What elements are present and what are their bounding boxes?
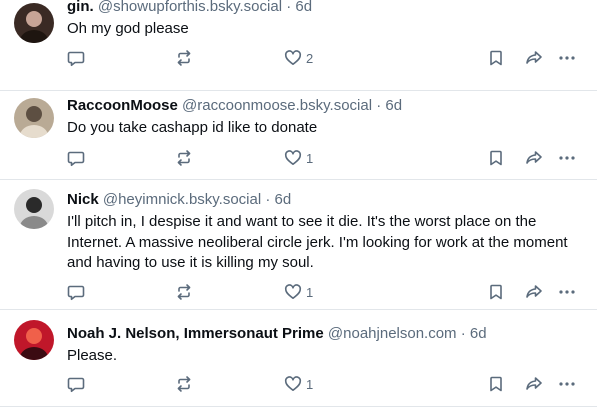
more-icon	[559, 290, 575, 294]
share-icon	[526, 151, 542, 164]
more-options-button[interactable]	[558, 47, 576, 69]
post-4[interactable]: Noah J. Nelson, Immersonaut Prime @noahj…	[0, 310, 597, 407]
post-actions: 1	[67, 147, 597, 169]
reply-icon	[67, 377, 85, 393]
reply-icon	[67, 151, 85, 167]
author-name[interactable]: gin.	[67, 0, 94, 15]
post-header: gin. @showupforthis.bsky.social · 6d	[67, 0, 589, 17]
heart-icon	[284, 50, 302, 65]
avatar[interactable]	[14, 98, 54, 138]
share-button[interactable]	[525, 147, 543, 169]
bookmark-button[interactable]	[487, 281, 505, 303]
avatar[interactable]	[14, 189, 54, 229]
post-timestamp[interactable]: 6d	[385, 97, 402, 114]
separator-dot: ·	[265, 191, 271, 208]
heart-icon	[284, 284, 302, 299]
post-text: I'll pitch in, I despise it and want to …	[67, 213, 572, 271]
post-3[interactable]: Nick @heyimnick.bsky.social · 6d I'll pi…	[0, 180, 597, 310]
author-handle[interactable]: @heyimnick.bsky.social	[103, 191, 261, 208]
post-content: RaccoonMoose @raccoonmoose.bsky.social ·…	[67, 96, 589, 139]
post-timestamp[interactable]: 6d	[275, 191, 292, 208]
bookmark-icon	[490, 376, 502, 392]
post-actions: 1	[67, 281, 597, 303]
more-options-button[interactable]	[558, 373, 576, 395]
heart-icon	[284, 376, 302, 391]
avatar-image	[14, 320, 54, 360]
avatar[interactable]	[14, 320, 54, 360]
post-timestamp[interactable]: 6d	[470, 325, 487, 342]
author-name[interactable]: Noah J. Nelson, Immersonaut Prime	[67, 325, 324, 342]
repost-button[interactable]	[175, 147, 193, 169]
avatar-image	[14, 3, 54, 43]
like-button[interactable]: 1	[284, 147, 313, 169]
bookmark-icon	[490, 150, 502, 166]
like-button[interactable]: 1	[284, 373, 313, 395]
share-icon	[526, 377, 542, 390]
reply-icon	[67, 285, 85, 301]
more-options-button[interactable]	[558, 147, 576, 169]
post-text: Please.	[67, 347, 118, 364]
more-icon	[559, 382, 575, 386]
bookmark-icon	[490, 284, 502, 300]
like-count: 2	[306, 50, 314, 66]
author-handle[interactable]: @noahjnelson.com	[328, 325, 457, 342]
avatar-image	[14, 98, 54, 138]
share-icon	[526, 285, 542, 298]
like-button[interactable]: 2	[284, 47, 313, 69]
post-header: RaccoonMoose @raccoonmoose.bsky.social ·…	[67, 96, 589, 116]
like-count: 1	[306, 150, 314, 166]
reply-button[interactable]	[67, 373, 85, 395]
repost-button[interactable]	[175, 373, 193, 395]
share-button[interactable]	[525, 47, 543, 69]
repost-icon	[177, 376, 191, 392]
post-text: Oh my god please	[67, 20, 189, 37]
post-header: Nick @heyimnick.bsky.social · 6d	[67, 190, 589, 210]
like-button[interactable]: 1	[284, 281, 313, 303]
separator-dot: ·	[286, 0, 292, 15]
bookmark-button[interactable]	[487, 373, 505, 395]
separator-dot: ·	[460, 325, 466, 342]
author-name[interactable]: Nick	[67, 191, 99, 208]
repost-button[interactable]	[175, 281, 193, 303]
avatar-image	[14, 189, 54, 229]
repost-icon	[177, 50, 191, 66]
post-actions: 2	[67, 47, 597, 69]
bookmark-button[interactable]	[487, 147, 505, 169]
avatar[interactable]	[14, 3, 54, 43]
repost-icon	[177, 284, 191, 300]
repost-button[interactable]	[175, 47, 193, 69]
author-name[interactable]: RaccoonMoose	[67, 97, 178, 114]
author-handle[interactable]: @showupforthis.bsky.social	[98, 0, 282, 15]
bookmark-button[interactable]	[487, 47, 505, 69]
author-handle[interactable]: @raccoonmoose.bsky.social	[182, 97, 372, 114]
reply-button[interactable]	[67, 147, 85, 169]
more-options-button[interactable]	[558, 281, 576, 303]
post-text: Do you take cashapp id like to donate	[67, 119, 318, 136]
post-timestamp[interactable]: 6d	[295, 0, 312, 15]
share-button[interactable]	[525, 373, 543, 395]
repost-icon	[177, 150, 191, 166]
bookmark-icon	[490, 50, 502, 66]
post-actions: 1	[67, 373, 597, 395]
post-content: gin. @showupforthis.bsky.social · 6d Oh …	[67, 0, 589, 40]
share-icon	[526, 51, 542, 64]
post-content: Nick @heyimnick.bsky.social · 6d I'll pi…	[67, 190, 589, 274]
more-icon	[559, 56, 575, 60]
post-content: Noah J. Nelson, Immersonaut Prime @noahj…	[67, 324, 589, 367]
more-icon	[559, 156, 575, 160]
heart-icon	[284, 150, 302, 165]
reply-icon	[67, 51, 85, 67]
reply-button[interactable]	[67, 47, 85, 69]
share-button[interactable]	[525, 281, 543, 303]
separator-dot: ·	[376, 97, 382, 114]
post-2[interactable]: RaccoonMoose @raccoonmoose.bsky.social ·…	[0, 91, 597, 180]
like-count: 1	[306, 284, 314, 300]
post-header: Noah J. Nelson, Immersonaut Prime @noahj…	[67, 324, 589, 344]
reply-button[interactable]	[67, 281, 85, 303]
like-count: 1	[306, 376, 314, 392]
post-1[interactable]: gin. @showupforthis.bsky.social · 6d Oh …	[0, 0, 597, 91]
